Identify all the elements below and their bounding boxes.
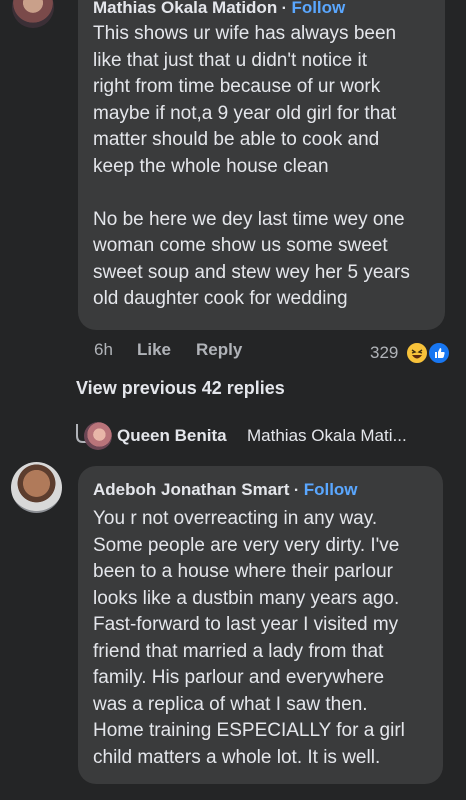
comment-line: family. His parlour and everywhere	[93, 667, 385, 688]
comment-line: was a replica of what I saw then.	[93, 693, 368, 715]
comment-line: like that just that u didn't notice it	[93, 49, 368, 71]
commenter-avatar[interactable]	[11, 462, 62, 513]
haha-emoji-icon[interactable]	[405, 341, 429, 365]
comment-line: matter should be able to cook and	[93, 129, 380, 150]
comment-text: This shows ur wife has always been like …	[93, 21, 438, 313]
reply-button[interactable]: Reply	[196, 340, 242, 360]
comment-line: No be here we dey last time wey one	[93, 208, 405, 230]
comment-text: You r not overreacting in any way. Some …	[93, 506, 438, 771]
reply-preview[interactable]: Queen Benita Mathias Okala Mati...	[76, 420, 466, 452]
comment-line: right from time because of ur work	[93, 76, 381, 97]
reaction-count[interactable]: 329	[370, 343, 398, 363]
comment-line: sweet soup and stew wey her 5 years	[93, 261, 410, 283]
comment-bubble: Mathias Okala Matidon · Follow This show…	[78, 0, 445, 330]
comment-line: child matters a whole lot. It is well.	[93, 746, 381, 768]
reply-preview-text: Mathias Okala Mati...	[247, 426, 407, 445]
comment-line: Home training ESPECIALLY for a girl	[93, 720, 405, 741]
like-reaction-icon[interactable]	[427, 341, 451, 365]
comment-author[interactable]: Adeboh Jonathan Smart	[93, 480, 289, 499]
comment-bubble: Adeboh Jonathan Smart · Follow You r not…	[78, 466, 443, 784]
comment-line: Fast-forward to last year I visited my	[93, 614, 399, 635]
follow-link[interactable]: Follow	[304, 480, 358, 499]
comment-line: maybe if not,a 9 year old girl for that	[93, 102, 397, 124]
comment-line: You r not overreacting in any way.	[93, 508, 378, 529]
comment-line: Some people are very very dirty. I've	[93, 534, 400, 556]
commenter-avatar[interactable]	[12, 0, 54, 28]
view-previous-replies-link[interactable]: View previous 42 replies	[76, 378, 285, 399]
comment-line: been to a house where their parlour	[93, 561, 393, 582]
comment-line: woman come show us some sweet	[93, 235, 388, 256]
comment-time: 6h	[94, 340, 113, 359]
comment-line: looks like a dustbin many years ago.	[93, 587, 400, 609]
comment-header: Mathias Okala Matidon · Follow	[93, 0, 345, 18]
comment-line: friend that married a lady from that	[93, 640, 384, 662]
comment-author[interactable]: Mathias Okala Matidon	[93, 0, 277, 17]
comment-line: This shows ur wife has always been	[93, 23, 397, 44]
comment-header: Adeboh Jonathan Smart · Follow	[93, 480, 358, 500]
reply-avatar[interactable]	[84, 422, 112, 450]
like-button[interactable]: Like	[137, 340, 171, 360]
separator-dot: ·	[293, 482, 300, 499]
comment-line: keep the whole house clean	[93, 155, 329, 177]
reply-author[interactable]: Queen Benita	[117, 426, 227, 446]
separator-dot: ·	[281, 0, 287, 17]
follow-link[interactable]: Follow	[291, 0, 345, 17]
comment-line: old daughter cook for wedding	[93, 288, 348, 309]
